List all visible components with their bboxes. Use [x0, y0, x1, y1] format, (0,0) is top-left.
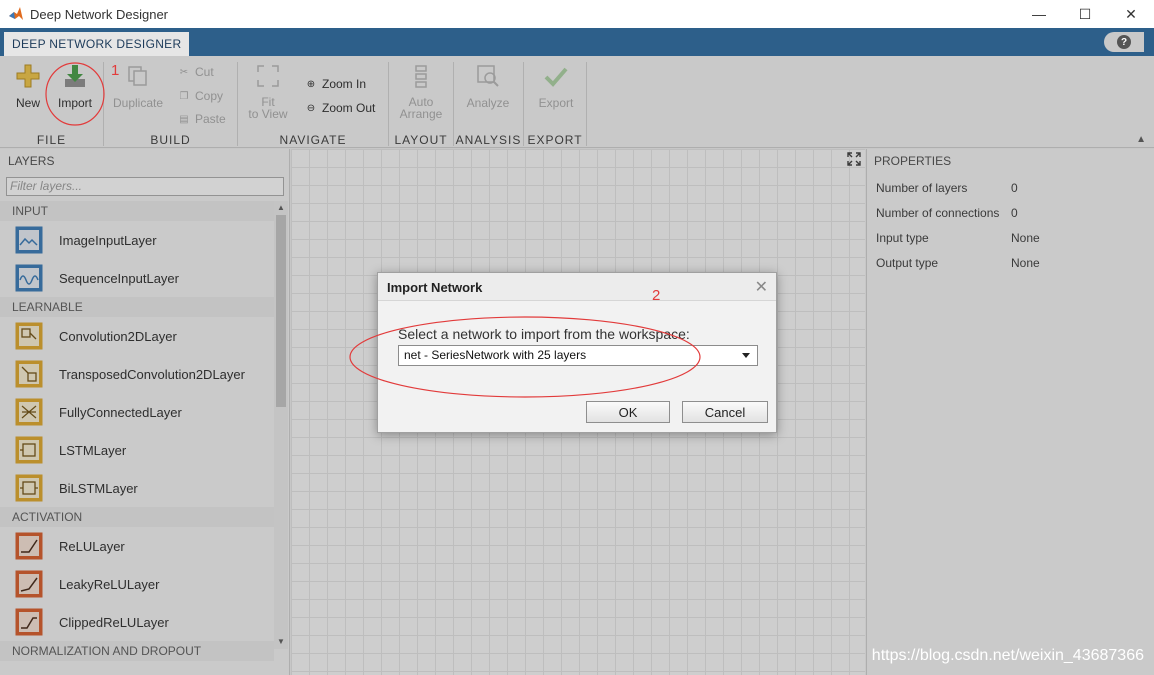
annotation-circle-import: [45, 62, 105, 126]
annotation-ellipse-select: [349, 316, 701, 398]
annotation-layer: [45, 62, 701, 398]
annotation-number-2: 2: [652, 287, 661, 304]
annotation-number-1: 1: [111, 62, 120, 79]
watermark: https://blog.csdn.net/weixin_43687366: [871, 647, 1144, 664]
